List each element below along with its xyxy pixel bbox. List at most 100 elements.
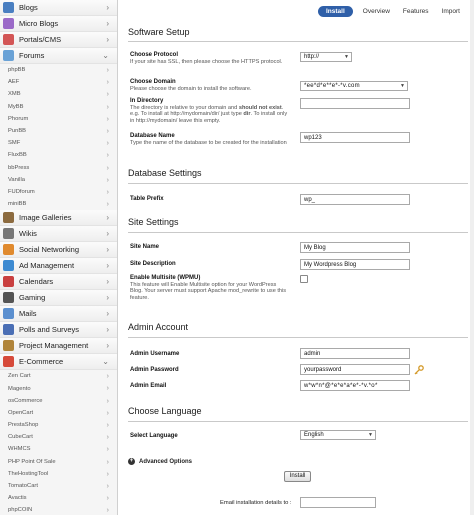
chevron-right-icon: › — [106, 245, 109, 255]
sidebar-subitem-label: CubeCart — [8, 434, 33, 441]
language-select[interactable]: English ▼ — [300, 430, 376, 440]
sidebar-subitem[interactable]: phpBB › — [0, 64, 117, 76]
sidebar-subitem[interactable]: OpenCart › — [0, 407, 117, 419]
sidebar-subitem[interactable]: CubeCart › — [0, 431, 117, 443]
sidebar-category[interactable]: Social Networking › — [0, 242, 117, 259]
admin-username-input[interactable]: admin — [300, 348, 410, 359]
tab-install[interactable]: Install — [318, 5, 353, 17]
tab-overview[interactable]: Overview — [363, 8, 390, 15]
chevron-right-icon: › — [106, 186, 110, 196]
sidebar-category[interactable]: Polls and Surveys › — [0, 322, 117, 339]
sidebar-subitem[interactable]: AEF › — [0, 76, 117, 88]
chevron-down-icon: ▼ — [368, 432, 373, 438]
chevron-right-icon: › — [106, 77, 110, 87]
sidebar-subitem[interactable]: Vanilla › — [0, 174, 117, 186]
sidebar-subitem[interactable]: Magento › — [0, 382, 117, 394]
sidebar-category-label: Calendars — [19, 277, 54, 287]
blog-icon — [3, 2, 14, 13]
site-name-label: Site Name — [130, 244, 160, 250]
sidebar-category[interactable]: Gaming › — [0, 290, 117, 307]
chevron-right-icon: › — [106, 444, 110, 454]
sidebar-subitem-label: Phorum — [8, 115, 29, 122]
sidebar-subitem-label: TheHostingTool — [8, 470, 49, 477]
site-name-input[interactable]: My Blog — [300, 242, 410, 253]
domain-select[interactable]: *ee*d*e**e*-*v.com ▼ — [300, 81, 408, 91]
sidebar-subitem[interactable]: TheHostingTool › — [0, 468, 117, 480]
sidebar-category[interactable]: Portals/CMS › — [0, 32, 117, 48]
poll-icon — [3, 324, 14, 336]
tab-features[interactable]: Features — [403, 8, 429, 15]
forum-icon — [3, 50, 14, 61]
sidebar-subitem[interactable]: FluxBB › — [0, 149, 117, 161]
protocol-select[interactable]: http:// ▼ — [300, 52, 352, 62]
gaming-icon — [3, 292, 14, 304]
sidebar-category[interactable]: Mails › — [0, 306, 117, 323]
chevron-right-icon: › — [106, 383, 110, 393]
sidebar-subitem-label: phpBB — [8, 67, 26, 74]
directory-input[interactable] — [300, 98, 410, 109]
sidebar-category[interactable]: Calendars › — [0, 274, 117, 291]
chevron-right-icon: › — [106, 325, 109, 335]
table-prefix-input[interactable]: wp_ — [300, 194, 410, 205]
chevron-right-icon: › — [106, 341, 109, 351]
sidebar-subitem-label: XMB — [8, 91, 21, 98]
sidebar-category-label: Project Management — [19, 341, 89, 351]
mail-icon — [3, 308, 14, 320]
sidebar-subitem[interactable]: Phorum › — [0, 113, 117, 125]
email-details-input[interactable] — [300, 497, 376, 508]
sidebar-category[interactable]: Image Galleries › — [0, 210, 117, 227]
sidebar-category[interactable]: Wikis › — [0, 226, 117, 243]
advanced-options-toggle[interactable]: + Advanced Options — [128, 458, 192, 465]
ecommerce-icon — [3, 356, 14, 368]
section-site-settings: Site Settings — [128, 217, 179, 227]
sidebar-subitem[interactable]: bbPress › — [0, 162, 117, 174]
sidebar-category[interactable]: Project Management › — [0, 338, 117, 355]
directory-help-bold: should not exist — [238, 105, 282, 111]
site-description-input[interactable]: My Wordpress Blog — [300, 259, 410, 270]
directory-label: In Directory — [130, 98, 164, 104]
sidebar-subitem[interactable]: SMF › — [0, 137, 117, 149]
sidebar-subitem[interactable]: osCommerce › — [0, 395, 117, 407]
sidebar-subitem[interactable]: PrestaShop › — [0, 419, 117, 431]
chevron-right-icon: › — [106, 138, 110, 148]
tab-import[interactable]: Import — [442, 8, 460, 15]
section-admin-account: Admin Account — [128, 322, 189, 332]
sidebar-subitem[interactable]: FUDforum › — [0, 186, 117, 198]
install-button[interactable]: Install — [284, 471, 311, 482]
sidebar-category[interactable]: E-Commerce ⌄ — [0, 354, 117, 371]
sidebar-subitem[interactable]: miniBB › — [0, 198, 117, 210]
db-name-input[interactable]: wp123 — [300, 132, 410, 143]
sidebar-subitem[interactable]: PunBB › — [0, 125, 117, 137]
sidebar-subitem-label: Avactis — [8, 495, 27, 502]
sidebar-category[interactable]: Blogs › — [0, 0, 117, 16]
sidebar-category-label: Ad Management — [19, 261, 75, 271]
db-name-help: Type the name of the database to be crea… — [130, 140, 287, 146]
sidebar-category[interactable]: Micro Blogs › — [0, 16, 117, 32]
sidebar-subitem[interactable]: TomatoCart › — [0, 480, 117, 492]
multisite-checkbox[interactable] — [300, 275, 308, 283]
chevron-down-icon: ⌄ — [102, 357, 109, 367]
admin-email-input[interactable]: w*w*n*@*e*e*a*e*-*v.*o* — [300, 380, 410, 391]
sidebar-subitem[interactable]: Zen Cart › — [0, 370, 117, 382]
protocol-label: Choose Protocol — [130, 52, 179, 58]
sidebar-subitem[interactable]: MyBB › — [0, 101, 117, 113]
sidebar-subitem-label: WHMCS — [8, 446, 31, 453]
scrollbar[interactable] — [470, 0, 474, 515]
sidebar-subitem[interactable]: PHP Point Of Sale › — [0, 456, 117, 468]
chevron-right-icon: › — [106, 3, 109, 12]
sidebar-subitem[interactable]: WHMCS › — [0, 443, 117, 455]
sidebar-category-label: Forums — [19, 51, 45, 60]
sidebar-subitem-label: PrestaShop — [8, 422, 39, 429]
sidebar-subitem[interactable]: XMB › — [0, 88, 117, 100]
site-description-label: Site Description — [130, 261, 176, 267]
sidebar-subitem[interactable]: phpCOIN › — [0, 504, 117, 515]
key-icon[interactable] — [414, 365, 424, 375]
sidebar-subitem[interactable]: Avactis › — [0, 492, 117, 504]
admin-password-input[interactable]: yourpassword — [300, 364, 410, 375]
sidebar-category[interactable]: Forums ⌄ — [0, 48, 117, 64]
sidebar-category[interactable]: Ad Management › — [0, 258, 117, 275]
chevron-right-icon: › — [106, 371, 110, 381]
divider — [128, 41, 468, 42]
chevron-right-icon: › — [106, 468, 110, 478]
language-value: English — [304, 432, 324, 438]
